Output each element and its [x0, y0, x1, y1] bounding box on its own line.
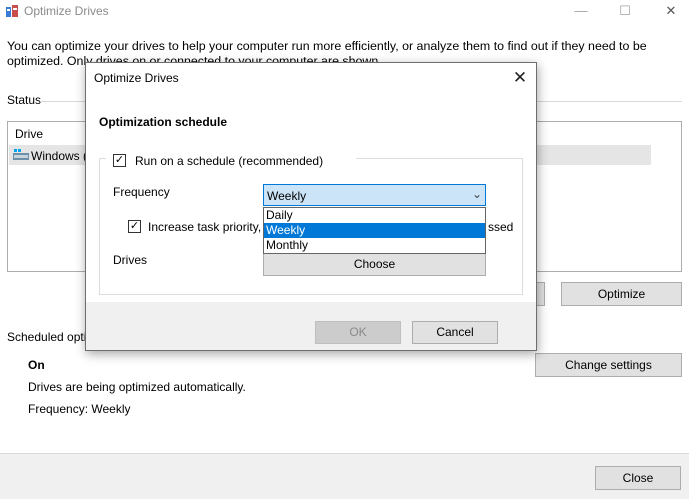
analyze-button[interactable]: [536, 282, 545, 306]
increase-priority-checkbox[interactable]: ✓: [128, 220, 141, 233]
optimize-schedule-dialog: Optimize Drives ✕ Optimization schedule …: [85, 62, 537, 351]
dialog-title: Optimize Drives: [94, 71, 179, 85]
optimize-button[interactable]: Optimize: [561, 282, 682, 306]
dialog-body: Optimization schedule ✓ Run on a schedul…: [86, 93, 536, 302]
schedule-status: On: [28, 358, 45, 372]
option-monthly[interactable]: Monthly: [264, 238, 485, 253]
frequency-label: Frequency: [113, 185, 170, 199]
section-title: Optimization schedule: [99, 115, 228, 129]
run-schedule-checkbox[interactable]: ✓: [113, 154, 126, 167]
increase-priority-label-tail: ssed: [488, 220, 514, 234]
window-title: Optimize Drives: [24, 4, 109, 18]
cancel-button[interactable]: Cancel: [412, 321, 498, 344]
title-bar: Optimize Drives — ☐ ✕: [0, 0, 689, 24]
chevron-down-icon[interactable]: ⌄: [472, 187, 482, 201]
schedule-frequency: Frequency: Weekly: [28, 402, 131, 416]
footer-bar: Close: [0, 453, 689, 499]
drives-label: Drives: [113, 253, 148, 267]
option-weekly[interactable]: Weekly: [264, 223, 485, 238]
defrag-app-icon: [6, 5, 18, 17]
frequency-select-value: Weekly: [267, 189, 307, 203]
frequency-dropdown-list: Daily Weekly Monthly: [263, 207, 486, 254]
dialog-close-icon[interactable]: ✕: [510, 68, 530, 88]
drive-icon: [13, 149, 29, 160]
run-schedule-label[interactable]: Run on a schedule (recommended): [135, 154, 323, 168]
maximize-button[interactable]: ☐: [610, 2, 640, 20]
minimize-button[interactable]: —: [566, 2, 596, 20]
increase-priority-label[interactable]: Increase task priority,: [148, 220, 261, 234]
close-button[interactable]: Close: [595, 466, 681, 490]
choose-drives-button[interactable]: Choose: [263, 252, 486, 276]
status-heading: Status: [7, 93, 42, 107]
change-settings-button[interactable]: Change settings: [535, 353, 682, 377]
dialog-footer: OK Cancel: [86, 302, 536, 350]
frequency-select[interactable]: Weekly ⌄: [263, 184, 486, 206]
schedule-description: Drives are being optimized automatically…: [28, 380, 246, 394]
ok-button[interactable]: OK: [315, 321, 401, 344]
scheduled-heading: Scheduled opti: [7, 330, 87, 344]
drive-name: Windows (: [31, 149, 88, 163]
dialog-title-bar: Optimize Drives ✕: [86, 63, 536, 93]
window-close-button[interactable]: ✕: [656, 2, 686, 20]
column-header-drive[interactable]: Drive: [15, 127, 43, 141]
option-daily[interactable]: Daily: [264, 208, 485, 223]
